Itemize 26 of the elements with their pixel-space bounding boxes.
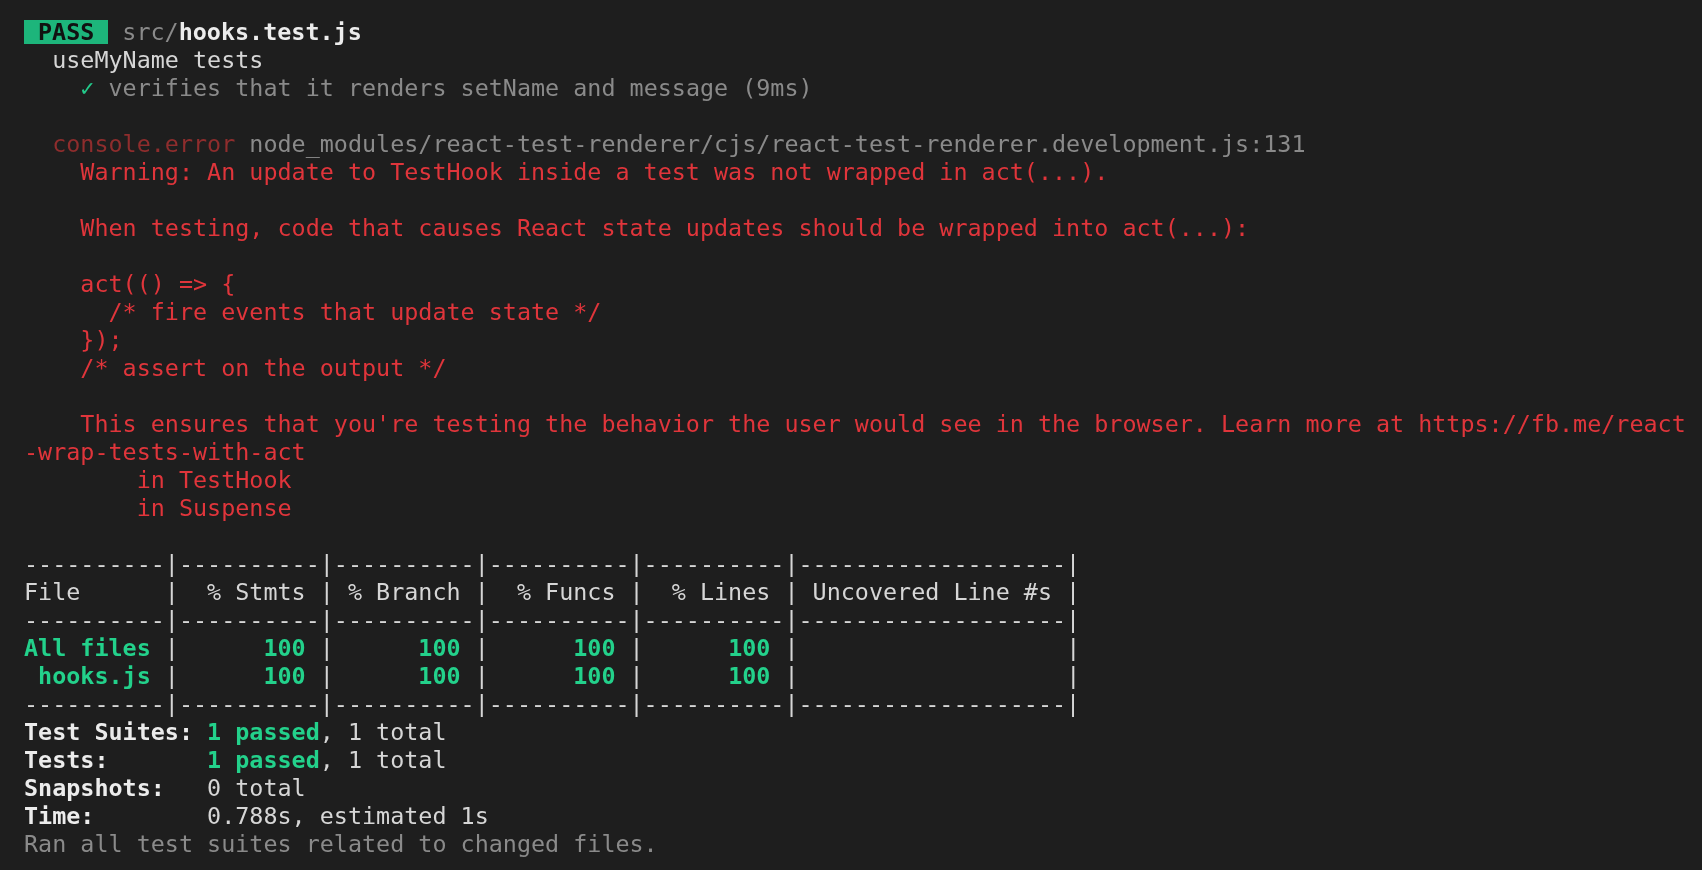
terminal-line: Time: 0.788s, estimated 1s — [24, 802, 490, 830]
terminal-line: Warning: An update to TestHook inside a test was not wrapped in act(...). — [79, 158, 1110, 186]
terminal-line: Test Suites: 1 passed, 1 total — [24, 718, 448, 746]
terminal-line: act(() => { — [79, 270, 237, 298]
terminal-line: in Suspense — [135, 494, 293, 522]
terminal-line: File | % Stmts | % Branch | % Funcs | % Lines | Uncovered Line #s | — [24, 578, 1082, 606]
terminal-line: All files | 100 | 100 | 100 | 100 | | — [24, 634, 1082, 662]
terminal-line: ----------|----------|----------|----------|----------|-------------------| — [24, 606, 1082, 634]
terminal-line: ----------|----------|----------|----------|----------|-------------------| — [24, 690, 1082, 718]
terminal-line: }); — [79, 326, 124, 354]
terminal-line: ✓ verifies that it renders setName and message (9ms) — [79, 74, 814, 102]
terminal-line: /* fire events that update state */ — [107, 298, 603, 326]
terminal-line: Tests: 1 passed, 1 total — [24, 746, 448, 774]
terminal-line: hooks.js | 100 | 100 | 100 | 100 | | — [37, 662, 1082, 690]
terminal-line: Snapshots: 0 total — [24, 774, 307, 802]
terminal-line: /* assert on the output */ — [79, 354, 448, 382]
pass-badge: PASS — [24, 20, 109, 44]
terminal-line: useMyName tests — [51, 46, 265, 74]
terminal-line: in TestHook — [135, 466, 293, 494]
terminal-line: When testing, code that causes React state updates should be wrapped into act(...): — [79, 214, 1251, 242]
file-path: src/hooks.test.js — [122, 18, 362, 46]
terminal-line: Ran all test suites related to changed files. — [24, 830, 659, 858]
terminal-line: -wrap-tests-with-act — [24, 438, 307, 466]
terminal-line: ----------|----------|----------|----------|----------|-------------------| — [24, 550, 1082, 578]
terminal-line: console.error node_modules/react-test-renderer/cjs/react-test-renderer.development.js:131 — [51, 130, 1307, 158]
terminal-line: This ensures that you're testing the behavior the user would see in the browser. Learn more at https://fb.me/react — [79, 410, 1687, 438]
